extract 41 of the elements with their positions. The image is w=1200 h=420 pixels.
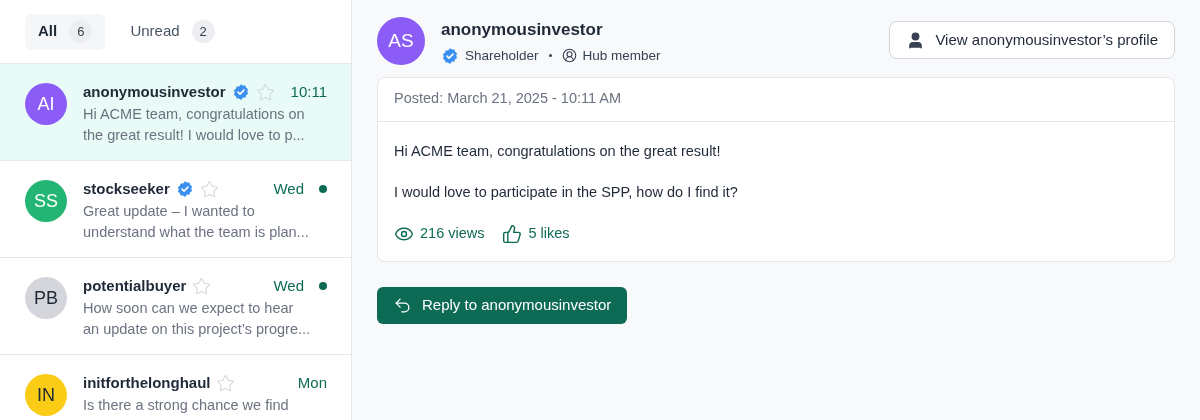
sender-name: initforthelonghaul — [83, 372, 211, 393]
filter-tab[interactable]: Unread 2 — [117, 13, 228, 50]
count-badge: 6 — [69, 19, 93, 44]
sender-name: anonymousinvestor — [441, 19, 604, 41]
role-label: Shareholder — [465, 46, 539, 65]
message-time: Wed — [273, 275, 304, 296]
membership-label: Hub member — [582, 46, 661, 65]
avatar: PB — [25, 277, 67, 319]
sender-name: potentialbuyer — [83, 275, 187, 296]
posted-date: Posted: March 21, 2025 - 10:11 AM — [394, 89, 622, 109]
view-profile-button[interactable]: View anonymousinvestor’s profile — [889, 21, 1175, 59]
message-preview: Great update – I wanted to understand what the team is plan... — [83, 202, 310, 242]
likes-count: 5 likes — [528, 223, 570, 243]
thumbs-up-icon[interactable] — [502, 223, 523, 244]
star-icon[interactable] — [192, 276, 212, 296]
verified-icon — [441, 46, 459, 65]
star-icon[interactable] — [216, 373, 236, 393]
user-circle-icon — [561, 48, 577, 64]
message-time: 10:11 — [290, 81, 327, 102]
avatar: SS — [25, 180, 67, 222]
message-time: Mon — [297, 372, 327, 393]
message-text: I would love to participate in the SPP, how do I find it? — [394, 182, 739, 202]
verified-icon — [231, 83, 250, 101]
star-icon[interactable] — [199, 179, 219, 199]
filter-tab[interactable]: All 6 — [25, 13, 106, 50]
avatar: AS — [377, 17, 425, 66]
views-count: 216 views — [420, 223, 485, 243]
verified-icon — [175, 180, 194, 198]
message-time: Wed — [273, 178, 304, 199]
message-preview: How soon can we expect to hear an update on this project’s progre... — [83, 299, 312, 339]
sender-name: anonymousinvestor — [83, 81, 226, 102]
avatar: AI — [25, 83, 67, 125]
conversation-item[interactable]: AI anonymousinvestor 10:11 Hi ACME team, congratulations on the great result! I would love to p... — [0, 64, 351, 161]
star-icon[interactable] — [255, 82, 275, 102]
message-preview: Hi ACME team, congratulations on the great result! I would love to p... — [83, 105, 306, 145]
avatar: IN — [25, 374, 67, 416]
message-preview: Is there a strong chance we find — [83, 396, 290, 415]
reply-button[interactable]: Reply to anonymousinvestor — [377, 286, 628, 324]
message-text: Hi ACME team, congratulations on the great result! — [394, 141, 722, 161]
sender-name: stockseeker — [83, 178, 170, 199]
count-badge: 2 — [191, 19, 215, 44]
